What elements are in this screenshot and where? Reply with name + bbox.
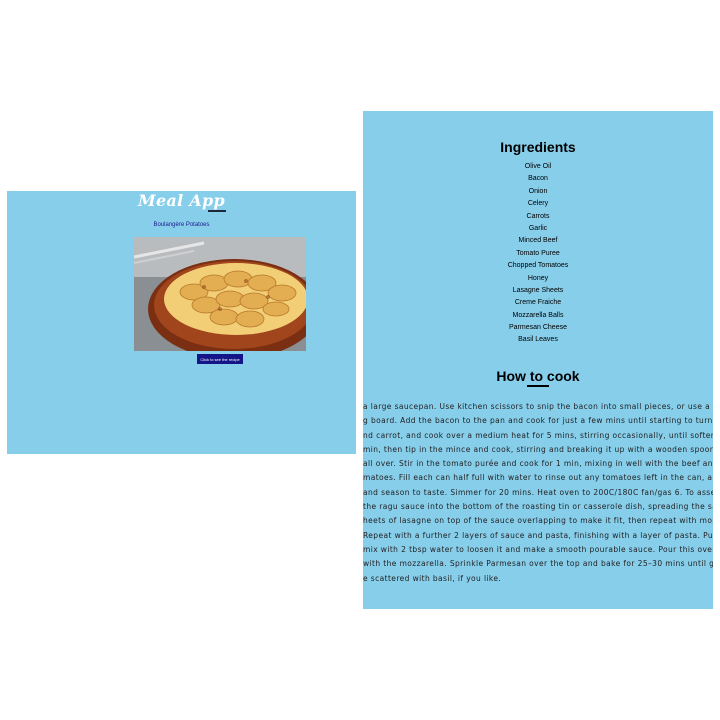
ingredient-item: Minced Beef [518, 237, 558, 245]
instruction-line: heets of lasagne on top of the sauce ove… [363, 516, 713, 526]
recipe-panel: Ingredients Olive Oil Bacon Onion Celery Car… [363, 111, 713, 609]
instruction-line: matoes. Fill each can half full with wat… [363, 473, 713, 483]
ingredient-item: Carrots [526, 212, 550, 220]
ingredient-item: Honey [527, 274, 549, 282]
instruction-line: Repeat with a further 2 layers of sauce … [363, 530, 713, 540]
instruction-line: mix with 2 tbsp water to loosen it and m… [363, 544, 713, 554]
see-recipe-button[interactable]: Click to see the recipe [197, 354, 243, 364]
instruction-line: e scattered with basil, if you like. [363, 573, 502, 583]
ingredient-item: Basil Leaves [518, 336, 558, 344]
instruction-line: nd carrot, and cook over a medium heat f… [363, 430, 713, 440]
ingredient-item: Tomato Puree [516, 249, 560, 257]
ingredient-item: Creme Fraiche [514, 299, 562, 307]
instruction-line: a large saucepan. Use kitchen scissors t… [363, 402, 713, 411]
ingredient-item: Bacon [528, 175, 548, 183]
ingredients-heading: Ingredients [500, 139, 576, 155]
how-to-cook-underline [527, 385, 549, 387]
ingredient-item: Chopped Tomatoes [507, 262, 569, 270]
ingredient-item: Garlic [528, 224, 548, 232]
ingredient-item: Onion [528, 187, 548, 195]
meal-image [134, 237, 306, 351]
ingredient-item: Lasagne Sheets [512, 286, 564, 294]
ingredient-item: Parmesan Cheese [509, 324, 567, 332]
instruction-line: g board. Add the bacon to the pan and co… [363, 416, 713, 426]
instructions-text: a large saucepan. Use kitchen scissors t… [363, 400, 713, 586]
instruction-line: with the mozzarella. Sprinkle Parmesan o… [363, 559, 713, 569]
app-title: Meal App [137, 191, 226, 210]
ingredient-item: Olive Oil [524, 163, 552, 170]
how-to-cook-heading: How to cook [496, 368, 580, 384]
instruction-line: the ragu sauce into the bottom of the ro… [363, 502, 713, 512]
meal-card-panel: Meal App Boulangère Potatoes Click to se… [7, 191, 356, 454]
title-underline [208, 210, 226, 212]
instruction-line: all over. Stir in the tomato purée and c… [363, 459, 713, 469]
meal-name: Boulangère Potatoes [153, 222, 210, 228]
ingredient-item: Mozzarella Balls [512, 311, 564, 319]
instruction-line: and season to taste. Simmer for 20 mins.… [363, 487, 713, 497]
ingredient-list: Olive Oil Bacon Onion Celery Carrots Garlic Mi… [363, 161, 713, 347]
instruction-line: min, then tip in the mince and cook, sti… [363, 444, 713, 454]
ingredient-item: Celery [527, 200, 549, 208]
